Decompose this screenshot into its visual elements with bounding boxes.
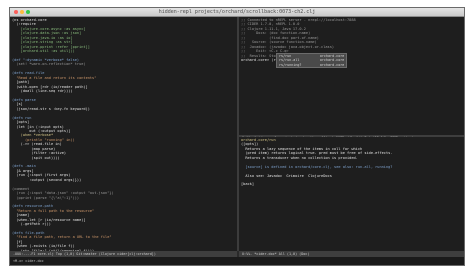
completion-list: rs/run orchard.core rs/run-all orchard.co… [279,54,344,67]
doc-buffer[interactable]: orchard.core/run ([opts]) Returns a lazy … [239,137,464,251]
title-bar: hidden-repl projects/orchard/scrollback:… [10,8,464,17]
app-window: hidden-repl projects/orchard/scrollback:… [9,7,465,266]
doc-line: [back] [241,182,254,187]
repl-buffer[interactable]: ;; Connected to nREPL server - nrepl://l… [239,17,464,135]
editor-area: (ns orchard.core (:require [clojure.core… [10,17,464,265]
echo-text: <M-x> cider-doc [13,259,44,263]
repl-line: orchard.core> (run opts) [241,57,293,62]
completion-popup[interactable]: rs/run orchard.core rs/run-all orchard.co… [276,53,348,69]
completion-item[interactable]: rs/running? orchard.core [279,63,344,67]
source-buffer[interactable]: (ns orchard.core (:require [clojure.core… [10,17,237,251]
doc-modeline-text: U:%%- *cider-doc* All (1,0) (Doc) [242,252,310,256]
source-lines: (ns orchard.core (:require [clojure.core… [10,17,237,251]
repl-lines: ;; Connected to nREPL server - nrepl://l… [239,17,464,62]
window-title: hidden-repl projects/orchard/scrollback:… [158,9,316,15]
doc-lines: orchard.core/run ([opts]) Returns a lazy … [239,137,464,187]
echo-area[interactable]: <M-x> cider-doc [10,257,464,265]
source-modeline-text: -UUU:----F1 core.clj Top (1,0) Git:maste… [13,252,156,256]
